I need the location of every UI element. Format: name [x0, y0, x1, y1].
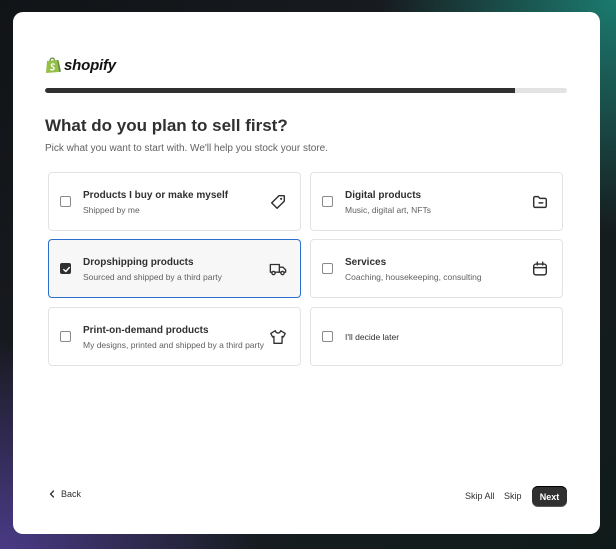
checkbox[interactable]	[60, 331, 71, 342]
back-label: Back	[61, 489, 82, 499]
skip-button[interactable]: Skip	[504, 491, 522, 501]
option-title: Dropshipping products	[83, 257, 194, 268]
option-subtitle: Music, digital art, NFTs	[345, 205, 431, 215]
option-products-myself[interactable]: Products I buy or make myself Shipped by…	[48, 172, 301, 231]
option-label: I'll decide later	[345, 332, 400, 342]
checkbox[interactable]	[322, 263, 333, 274]
option-dropshipping[interactable]: Dropshipping products Sourced and shippe…	[48, 239, 301, 298]
option-print-on-demand[interactable]: Print-on-demand products My designs, pri…	[48, 307, 301, 366]
option-subtitle: Shipped by me	[83, 205, 140, 215]
checkbox-checked[interactable]	[60, 263, 71, 274]
option-digital-products[interactable]: Digital products Music, digital art, NFT…	[310, 172, 563, 231]
skip-all-button[interactable]: Skip All	[465, 491, 495, 501]
option-title: Products I buy or make myself	[83, 190, 229, 201]
progress-fill	[45, 88, 515, 93]
chevron-left-icon	[49, 490, 55, 498]
page-subtitle: Pick what you want to start with. We'll …	[45, 143, 328, 154]
progress-bar	[45, 88, 567, 93]
checkbox[interactable]	[60, 196, 71, 207]
option-services[interactable]: Services Coaching, housekeeping, consult…	[310, 239, 563, 298]
option-subtitle: My designs, printed and shipped by a thi…	[83, 340, 264, 350]
checkbox[interactable]	[322, 331, 333, 342]
tshirt-icon	[270, 330, 286, 344]
calendar-icon	[532, 261, 548, 276]
shopify-logo: shopify	[45, 56, 116, 74]
page-title: What do you plan to sell first?	[45, 116, 288, 135]
tag-icon	[270, 194, 286, 210]
folder-icon	[532, 195, 548, 209]
truck-icon	[269, 263, 287, 276]
option-subtitle: Coaching, housekeeping, consulting	[345, 272, 482, 282]
option-title: Print-on-demand products	[83, 325, 209, 336]
brand-wordmark: shopify	[64, 56, 116, 74]
next-button[interactable]: Next	[532, 486, 567, 507]
option-decide-later[interactable]: I'll decide later	[310, 307, 563, 366]
option-title: Digital products	[345, 190, 422, 201]
option-title: Services	[345, 257, 387, 268]
checkbox[interactable]	[322, 196, 333, 207]
shopify-bag-icon	[46, 57, 61, 73]
onboarding-card: shopify What do you plan to sell first? …	[13, 12, 600, 534]
checkmark-icon	[63, 266, 70, 273]
back-button[interactable]: Back	[49, 489, 81, 499]
option-subtitle: Sourced and shipped by a third party	[83, 272, 222, 282]
